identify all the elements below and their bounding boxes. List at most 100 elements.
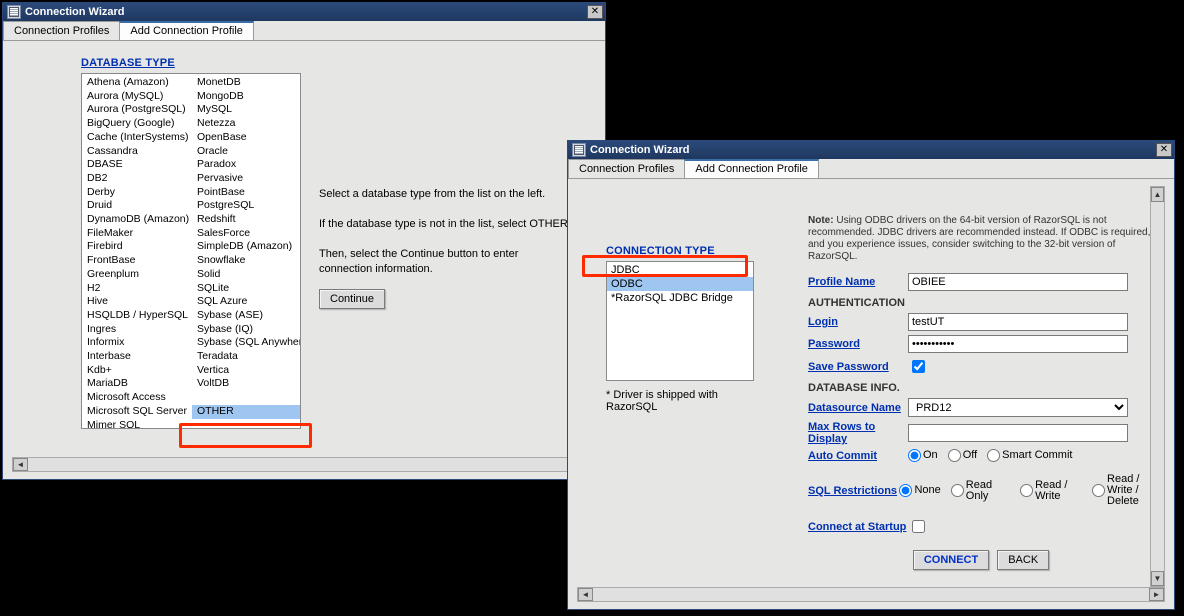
label-login[interactable]: Login bbox=[808, 316, 908, 328]
titlebar: Connection Wizard ✕ bbox=[568, 141, 1174, 159]
list-item[interactable]: DBASE bbox=[82, 158, 192, 172]
list-item[interactable]: Informix bbox=[82, 336, 192, 350]
input-login[interactable] bbox=[908, 313, 1128, 331]
list-item[interactable]: Derby bbox=[82, 186, 192, 200]
scroll-right-icon[interactable]: ► bbox=[1149, 588, 1164, 601]
radio-option[interactable]: None bbox=[899, 484, 940, 497]
list-item[interactable]: ODBC bbox=[607, 277, 753, 291]
list-item[interactable]: Sybase (IQ) bbox=[192, 323, 301, 337]
radio-option[interactable]: Read Only bbox=[951, 480, 1010, 502]
scroll-up-icon[interactable]: ▲ bbox=[1151, 187, 1164, 202]
input-profile-name[interactable] bbox=[908, 273, 1128, 291]
horizontal-scrollbar[interactable]: ◄ ► bbox=[577, 587, 1165, 602]
list-item[interactable]: PointBase bbox=[192, 186, 301, 200]
scroll-left-icon[interactable]: ◄ bbox=[578, 588, 593, 601]
close-icon[interactable]: ✕ bbox=[587, 5, 603, 19]
scroll-down-icon[interactable]: ▼ bbox=[1151, 571, 1164, 586]
list-item[interactable]: VoltDB bbox=[192, 377, 301, 391]
checkbox-save-password[interactable] bbox=[912, 360, 925, 373]
row-datasource-name: Datasource Name PRD12 bbox=[808, 398, 1154, 417]
label-max-rows[interactable]: Max Rows to Display bbox=[808, 421, 908, 445]
label-connect-startup[interactable]: Connect at Startup bbox=[808, 521, 908, 533]
input-max-rows[interactable] bbox=[908, 424, 1128, 442]
list-item[interactable]: HSQLDB / HyperSQL bbox=[82, 309, 192, 323]
list-item[interactable]: Microsoft Access bbox=[82, 391, 192, 405]
list-item[interactable]: Cassandra bbox=[82, 145, 192, 159]
list-item[interactable]: Netezza bbox=[192, 117, 301, 131]
list-item[interactable]: FileMaker bbox=[82, 227, 192, 241]
list-item[interactable]: Sybase (ASE) bbox=[192, 309, 301, 323]
radio-option[interactable]: On bbox=[908, 449, 938, 462]
radio-option[interactable]: Off bbox=[948, 449, 977, 462]
list-item[interactable]: SimpleDB (Amazon) bbox=[192, 240, 301, 254]
scroll-left-icon[interactable]: ◄ bbox=[13, 458, 28, 471]
row-auto-commit: Auto Commit On Off Smart Commit bbox=[808, 449, 1154, 462]
list-item[interactable]: Aurora (PostgreSQL) bbox=[82, 103, 192, 117]
list-item[interactable]: Snowflake bbox=[192, 254, 301, 268]
label-password[interactable]: Password bbox=[808, 338, 908, 350]
list-item[interactable]: BigQuery (Google) bbox=[82, 117, 192, 131]
list-item[interactable]: OTHER bbox=[192, 405, 301, 419]
close-icon[interactable]: ✕ bbox=[1156, 143, 1172, 157]
list-item[interactable]: MongoDB bbox=[192, 90, 301, 104]
list-item[interactable]: Hive bbox=[82, 295, 192, 309]
radio-option[interactable]: Read / Write bbox=[1020, 480, 1082, 502]
checkbox-connect-startup[interactable] bbox=[912, 520, 925, 533]
database-type-list[interactable]: Athena (Amazon)Aurora (MySQL)Aurora (Pos… bbox=[81, 73, 301, 429]
list-item[interactable]: Mimer SQL bbox=[82, 419, 192, 429]
continue-button[interactable]: Continue bbox=[319, 289, 385, 309]
list-item[interactable]: Druid bbox=[82, 199, 192, 213]
label-sql-restrictions[interactable]: SQL Restrictions bbox=[808, 485, 899, 497]
tab-add-connection-profile[interactable]: Add Connection Profile bbox=[684, 159, 819, 178]
list-item[interactable]: Ingres bbox=[82, 323, 192, 337]
tab-connection-profiles[interactable]: Connection Profiles bbox=[3, 21, 120, 40]
vertical-scrollbar[interactable]: ▲ ▼ bbox=[1150, 186, 1165, 587]
tab-connection-profiles[interactable]: Connection Profiles bbox=[568, 159, 685, 178]
odbc-note: Note: Using ODBC drivers on the 64-bit v… bbox=[808, 215, 1154, 263]
back-button[interactable]: BACK bbox=[997, 550, 1049, 570]
list-item[interactable]: Interbase bbox=[82, 350, 192, 364]
list-item[interactable]: OpenBase bbox=[192, 131, 301, 145]
list-item[interactable]: PostgreSQL bbox=[192, 199, 301, 213]
radio-option[interactable]: Read / Write / Delete bbox=[1092, 474, 1154, 507]
list-item[interactable]: SQL Azure bbox=[192, 295, 301, 309]
list-item[interactable]: Oracle bbox=[192, 145, 301, 159]
list-item[interactable]: DB2 bbox=[82, 172, 192, 186]
list-item[interactable]: Teradata bbox=[192, 350, 301, 364]
list-item[interactable]: Sybase (SQL Anywhere) bbox=[192, 336, 301, 350]
list-item[interactable]: Cache (InterSystems) bbox=[82, 131, 192, 145]
list-item[interactable]: H2 bbox=[82, 282, 192, 296]
list-item[interactable]: Aurora (MySQL) bbox=[82, 90, 192, 104]
list-item[interactable]: FrontBase bbox=[82, 254, 192, 268]
list-item[interactable]: JDBC bbox=[607, 263, 753, 277]
label-datasource-name[interactable]: Datasource Name bbox=[808, 402, 908, 414]
connect-button[interactable]: CONNECT bbox=[913, 550, 989, 570]
radio-option[interactable]: Smart Commit bbox=[987, 449, 1072, 462]
label-save-password[interactable]: Save Password bbox=[808, 361, 908, 373]
list-item[interactable]: Firebird bbox=[82, 240, 192, 254]
list-item[interactable]: SalesForce bbox=[192, 227, 301, 241]
list-item[interactable]: MySQL bbox=[192, 103, 301, 117]
list-item[interactable]: Solid bbox=[192, 268, 301, 282]
tab-add-connection-profile[interactable]: Add Connection Profile bbox=[119, 21, 254, 40]
list-item[interactable]: MariaDB bbox=[82, 377, 192, 391]
horizontal-scrollbar[interactable]: ◄ ► bbox=[12, 457, 596, 472]
list-item[interactable]: Redshift bbox=[192, 213, 301, 227]
list-item[interactable]: MonetDB bbox=[192, 76, 301, 90]
list-item[interactable]: DynamoDB (Amazon) bbox=[82, 213, 192, 227]
connection-type-list[interactable]: JDBCODBC*RazorSQL JDBC Bridge bbox=[606, 261, 754, 381]
label-auto-commit[interactable]: Auto Commit bbox=[808, 450, 908, 462]
input-password[interactable] bbox=[908, 335, 1128, 353]
list-item[interactable]: Kdb+ bbox=[82, 364, 192, 378]
instruction-line: If the database type is not in the list,… bbox=[319, 217, 571, 232]
list-item[interactable]: Greenplum bbox=[82, 268, 192, 282]
list-item[interactable]: *RazorSQL JDBC Bridge bbox=[607, 291, 753, 305]
list-item[interactable]: Pervasive bbox=[192, 172, 301, 186]
list-item[interactable]: Paradox bbox=[192, 158, 301, 172]
list-item[interactable]: Athena (Amazon) bbox=[82, 76, 192, 90]
list-item[interactable]: Vertica bbox=[192, 364, 301, 378]
select-datasource-name[interactable]: PRD12 bbox=[908, 398, 1128, 417]
label-profile-name[interactable]: Profile Name bbox=[808, 276, 908, 288]
list-item[interactable]: SQLite bbox=[192, 282, 301, 296]
list-item[interactable]: Microsoft SQL Server bbox=[82, 405, 192, 419]
